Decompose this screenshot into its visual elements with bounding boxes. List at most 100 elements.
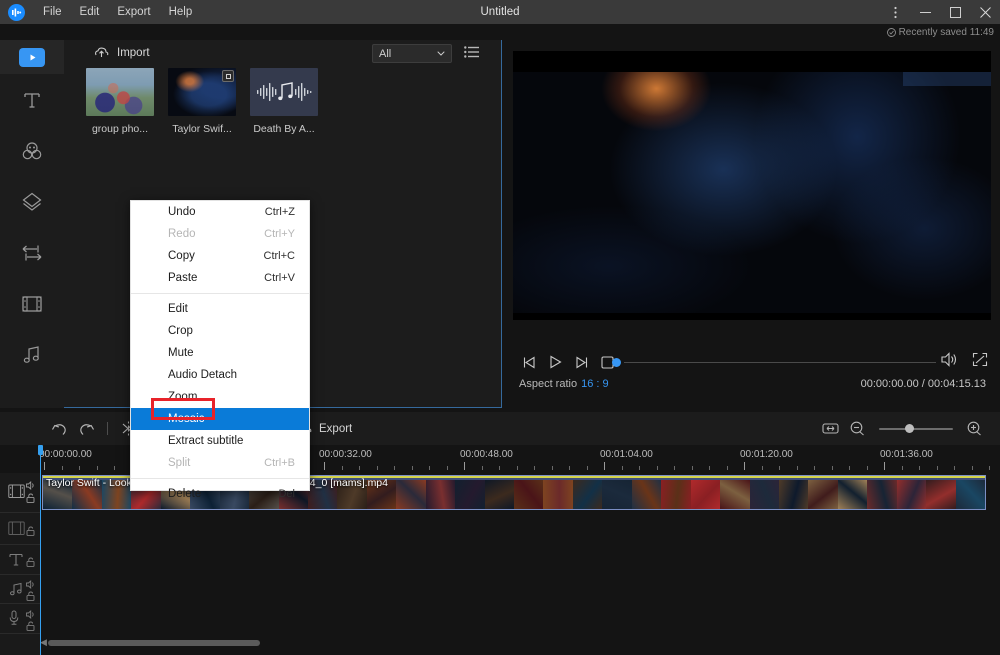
undo-icon[interactable] bbox=[46, 412, 73, 445]
menu-help[interactable]: Help bbox=[160, 0, 202, 24]
media-item-photo[interactable]: group pho... bbox=[86, 68, 154, 135]
track-header-voiceover[interactable] bbox=[0, 603, 40, 633]
zoom-slider-track bbox=[879, 428, 953, 430]
sidebar-item-media[interactable] bbox=[0, 40, 64, 74]
media-item-video[interactable]: Taylor Swif... bbox=[168, 68, 236, 135]
sidebar-item-sticker[interactable] bbox=[0, 125, 64, 176]
preview-canvas[interactable] bbox=[513, 51, 991, 320]
play-icon[interactable] bbox=[542, 352, 568, 372]
clip-thumbnail-frame bbox=[661, 480, 690, 509]
track-header-music[interactable] bbox=[0, 574, 40, 603]
minimize-icon[interactable] bbox=[910, 0, 940, 24]
previous-frame-icon[interactable] bbox=[516, 352, 542, 372]
clip-thumbnail-frame bbox=[956, 480, 985, 509]
maximize-icon[interactable] bbox=[940, 0, 970, 24]
timeline-horizontal-scrollbar[interactable] bbox=[48, 640, 260, 646]
context-menu-item-audio-detach[interactable]: Audio Detach bbox=[131, 364, 309, 386]
context-menu-item-paste[interactable]: PasteCtrl+V bbox=[131, 267, 309, 289]
unlock-icon[interactable] bbox=[26, 490, 35, 508]
context-menu-item-mosaic[interactable]: Mosaic bbox=[131, 408, 309, 430]
more-vertical-icon[interactable] bbox=[880, 0, 910, 24]
context-menu-item-copy[interactable]: CopyCtrl+C bbox=[131, 245, 309, 267]
context-menu-item-zoom[interactable]: Zoom bbox=[131, 386, 309, 408]
ruler-tick bbox=[657, 466, 658, 470]
ruler-tick bbox=[412, 466, 413, 470]
clip-thumbnail-frame bbox=[573, 480, 602, 509]
playhead[interactable] bbox=[40, 445, 41, 655]
preview-seek-bar[interactable] bbox=[612, 361, 936, 364]
track-header-text[interactable] bbox=[0, 544, 40, 574]
window-controls bbox=[880, 0, 1000, 24]
sidebar-item-filters[interactable] bbox=[0, 278, 64, 329]
context-menu-item-shortcut: Ctrl+B bbox=[264, 457, 295, 469]
sidebar-item-effects[interactable] bbox=[0, 176, 64, 227]
ruler-tick bbox=[44, 462, 45, 470]
context-menu-item-label: Undo bbox=[168, 206, 196, 218]
context-menu-item-extract-subtitle[interactable]: Extract subtitle bbox=[131, 430, 309, 452]
mic-icon bbox=[8, 610, 20, 631]
context-menu-item-shortcut: Ctrl+Y bbox=[264, 228, 295, 240]
ruler-tick bbox=[569, 466, 570, 470]
context-menu-item-label: Crop bbox=[168, 325, 193, 337]
media-item-audio[interactable]: Death By A... bbox=[250, 68, 318, 135]
ruler-tick bbox=[884, 462, 885, 470]
ruler-tick bbox=[937, 466, 938, 470]
list-view-toggle[interactable] bbox=[464, 45, 479, 63]
close-icon[interactable] bbox=[970, 0, 1000, 24]
context-menu-item-edit[interactable]: Edit bbox=[131, 298, 309, 320]
ruler-tick bbox=[814, 466, 815, 470]
track-header-video-1[interactable] bbox=[0, 473, 40, 512]
track-header-video-2[interactable] bbox=[0, 512, 40, 544]
fit-timeline-icon[interactable] bbox=[817, 412, 844, 445]
media-filter-select[interactable]: All bbox=[372, 44, 452, 63]
import-label: Import bbox=[117, 47, 150, 59]
context-menu-item-crop[interactable]: Crop bbox=[131, 320, 309, 342]
menu-export[interactable]: Export bbox=[108, 0, 159, 24]
next-frame-icon[interactable] bbox=[568, 352, 594, 372]
sidebar-item-audio[interactable] bbox=[0, 329, 64, 380]
zoom-slider-handle[interactable] bbox=[905, 424, 914, 433]
context-menu-item-label: Mosaic bbox=[168, 413, 204, 425]
clip-thumbnail-frame bbox=[897, 480, 926, 509]
ruler-tick bbox=[97, 466, 98, 470]
unlock-icon[interactable] bbox=[26, 554, 35, 572]
track-divider bbox=[0, 633, 40, 634]
context-menu-item-label: Audio Detach bbox=[168, 369, 237, 381]
context-menu[interactable]: UndoCtrl+ZRedoCtrl+YCopyCtrl+CPasteCtrl+… bbox=[130, 200, 310, 491]
ruler-tick bbox=[342, 466, 343, 470]
context-menu-item-label: Delete bbox=[168, 488, 201, 500]
playhead-handle[interactable] bbox=[38, 445, 43, 455]
unlock-icon[interactable] bbox=[26, 523, 35, 541]
context-menu-item-redo: RedoCtrl+Y bbox=[131, 223, 309, 245]
volume-icon[interactable] bbox=[941, 352, 958, 372]
timeline-zoom-slider[interactable] bbox=[879, 423, 953, 435]
import-button[interactable]: Import bbox=[94, 46, 150, 59]
music-note-icon bbox=[8, 581, 24, 602]
sidebar-item-transitions[interactable] bbox=[0, 227, 64, 278]
menu-file[interactable]: File bbox=[34, 0, 71, 24]
context-menu-item-label: Edit bbox=[168, 303, 188, 315]
sidebar-item-text[interactable] bbox=[0, 74, 64, 125]
redo-icon[interactable] bbox=[73, 412, 100, 445]
zoom-out-icon[interactable] bbox=[844, 412, 871, 445]
media-play-icon bbox=[19, 48, 45, 67]
preview-highlight bbox=[903, 72, 991, 86]
ruler-tick bbox=[622, 466, 623, 470]
scroll-left-arrow[interactable]: ◀ bbox=[40, 637, 47, 648]
clip-thumbnail-frame bbox=[543, 480, 572, 509]
aspect-ratio-control[interactable]: Aspect ratio16 : 9 bbox=[519, 378, 609, 390]
clip-thumbnail-frame bbox=[867, 480, 896, 509]
music-note-icon bbox=[20, 343, 44, 367]
seek-handle[interactable] bbox=[612, 358, 621, 367]
track-headers bbox=[0, 473, 40, 655]
zoom-in-icon[interactable] bbox=[961, 412, 988, 445]
context-menu-item-shortcut: Ctrl+V bbox=[264, 272, 295, 284]
context-menu-item-undo[interactable]: UndoCtrl+Z bbox=[131, 201, 309, 223]
context-menu-item-mute[interactable]: Mute bbox=[131, 342, 309, 364]
ruler-label: 00:00:00.00 bbox=[39, 449, 92, 460]
clip-thumbnail-frame bbox=[779, 480, 808, 509]
fullscreen-icon[interactable] bbox=[972, 352, 988, 372]
clip-thumbnail-frame bbox=[691, 480, 720, 509]
context-menu-item-delete[interactable]: DeleteDel bbox=[131, 483, 309, 505]
menu-edit[interactable]: Edit bbox=[71, 0, 109, 24]
